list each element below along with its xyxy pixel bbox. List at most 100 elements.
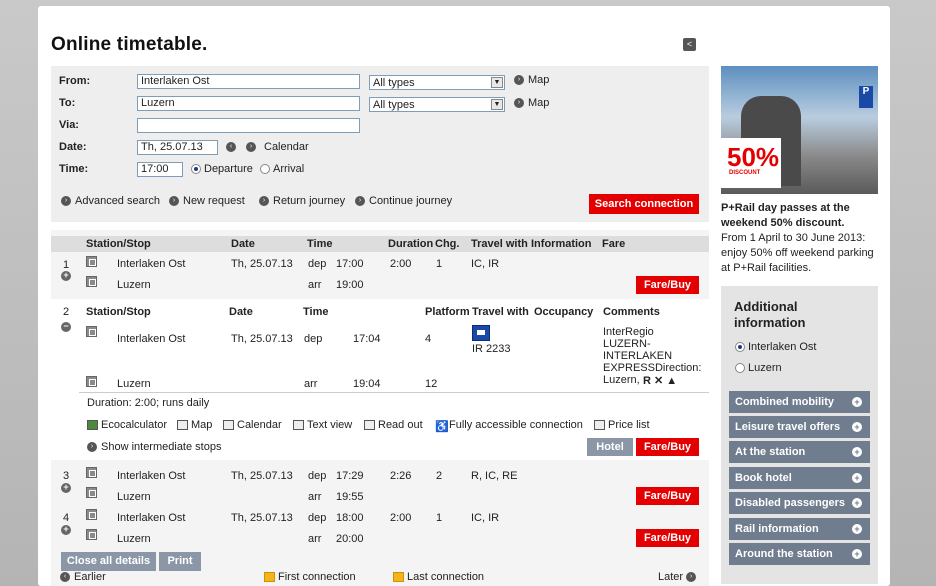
- accessible-link[interactable]: ♿Fully accessible connection: [435, 419, 583, 433]
- main-panel: Online timetable. < From: Interlaken Ost…: [38, 6, 890, 586]
- calendar-link[interactable]: › Calendar: [246, 141, 309, 153]
- ecocalculator-link[interactable]: Ecocalculator: [87, 419, 167, 431]
- advanced-search-link[interactable]: › Advanced search: [61, 195, 160, 207]
- fare-buy-button[interactable]: Fare/Buy: [636, 438, 699, 456]
- to-station: Luzern: [117, 279, 151, 291]
- plus-icon: +: [852, 473, 862, 483]
- date-input[interactable]: Th, 25.07.13: [137, 140, 218, 155]
- arr-time: 19:55: [336, 491, 364, 503]
- from-map-link[interactable]: › Map: [514, 74, 549, 86]
- arrow-icon: ›: [514, 75, 524, 86]
- station-option-interlaken[interactable]: Interlaken Ost: [735, 341, 816, 353]
- col-information: Information: [531, 238, 592, 250]
- new-request-link[interactable]: › New request: [169, 195, 245, 207]
- col-station: Station/Stop: [86, 238, 151, 250]
- arrow-icon: ›: [169, 196, 179, 207]
- changes: 2: [436, 470, 443, 482]
- prev-date-button[interactable]: ‹: [226, 141, 240, 153]
- return-journey-link[interactable]: › Return journey: [259, 195, 345, 207]
- to-station: Luzern: [117, 533, 151, 545]
- station-option-luzern[interactable]: Luzern: [735, 362, 782, 374]
- disabled-passengers-button[interactable]: Disabled passengers +: [729, 492, 870, 514]
- leaf-icon: [87, 420, 98, 431]
- promo-headline: P+Rail day passes at the weekend 50% dis…: [721, 202, 850, 229]
- comment-line: INTERLAKEN: [603, 350, 673, 362]
- duration: 2:26: [390, 470, 412, 482]
- fare-buy-button[interactable]: Fare/Buy: [636, 487, 699, 505]
- from-station: Interlaken Ost: [117, 512, 186, 524]
- expand-icon[interactable]: +: [61, 271, 71, 281]
- first-connection-link[interactable]: First connection: [264, 571, 356, 583]
- to-type-select[interactable]: All types ▼: [369, 97, 505, 112]
- to-map-link[interactable]: › Map: [514, 97, 549, 109]
- date: Th, 25.07.13: [231, 258, 293, 270]
- from-station: Interlaken Ost: [117, 470, 186, 482]
- dep-time: 17:04: [353, 333, 381, 345]
- discount-percent: 50%: [727, 142, 780, 172]
- col-fare: Fare: [602, 238, 626, 250]
- speaker-icon: [364, 420, 375, 431]
- arr-label: arr: [308, 491, 322, 503]
- changes: 1: [436, 512, 443, 524]
- changes: 1: [436, 258, 443, 270]
- search-connection-button[interactable]: Search connection: [589, 194, 699, 214]
- dep-label: dep: [308, 258, 327, 270]
- plus-icon: +: [852, 549, 862, 559]
- later-link[interactable]: Later ›: [658, 571, 700, 583]
- to-input[interactable]: Luzern: [137, 96, 360, 111]
- intermediate-stops-link[interactable]: › Show intermediate stops: [87, 441, 221, 453]
- results-table: Station/Stop Date Time Duration Chg. Tra…: [51, 230, 709, 586]
- expand-icon[interactable]: +: [61, 483, 71, 493]
- price-list-link[interactable]: Price list: [594, 419, 650, 431]
- fare-buy-button[interactable]: Fare/Buy: [636, 276, 699, 294]
- collapse-icon[interactable]: −: [61, 322, 71, 332]
- date: Th, 25.07.13: [231, 470, 293, 482]
- at-the-station-button[interactable]: At the station +: [729, 441, 870, 463]
- rail-information-button[interactable]: Rail information +: [729, 518, 870, 540]
- fare-buy-button[interactable]: Fare/Buy: [636, 529, 699, 547]
- leisure-travel-button[interactable]: Leisure travel offers +: [729, 416, 870, 438]
- to-station: Luzern: [117, 491, 151, 503]
- arrow-icon: ›: [259, 196, 269, 207]
- hotel-button[interactable]: Hotel: [587, 438, 633, 456]
- print-button[interactable]: Print: [159, 552, 201, 571]
- connection-number: 2: [63, 306, 70, 318]
- last-connection-link[interactable]: Last connection: [393, 571, 484, 583]
- close-all-details-button[interactable]: Close all details: [61, 552, 156, 571]
- arr-time: 19:00: [336, 279, 364, 291]
- date: Th, 25.07.13: [231, 333, 293, 345]
- arr-label: arr: [308, 279, 322, 291]
- calendar-icon: [223, 420, 234, 431]
- via-input[interactable]: [137, 118, 360, 133]
- text-view-link[interactable]: Text view: [293, 419, 352, 431]
- expand-icon[interactable]: +: [61, 525, 71, 535]
- page-title: Online timetable.: [51, 34, 208, 55]
- travel-with: IC, IR: [471, 512, 500, 524]
- train-number: IR 2233: [472, 343, 511, 355]
- date: Th, 25.07.13: [231, 512, 293, 524]
- col-station: Station/Stop: [86, 306, 151, 318]
- plus-icon: +: [852, 397, 862, 407]
- share-icon[interactable]: <: [683, 38, 696, 51]
- combined-mobility-button[interactable]: Combined mobility +: [729, 391, 870, 413]
- around-the-station-button[interactable]: Around the station +: [729, 543, 870, 565]
- promo-banner[interactable]: P 50% DISCOUNT P+Rail day passes at the …: [721, 66, 878, 278]
- from-station: Interlaken Ost: [117, 258, 186, 270]
- calendar-link[interactable]: Calendar: [223, 419, 282, 431]
- book-hotel-button[interactable]: Book hotel +: [729, 467, 870, 489]
- departure-radio[interactable]: Departure: [191, 163, 253, 175]
- from-input[interactable]: Interlaken Ost: [137, 74, 360, 89]
- from-type-select[interactable]: All types ▼: [369, 75, 505, 90]
- continue-journey-link[interactable]: › Continue journey: [355, 195, 452, 207]
- read-out-link[interactable]: Read out: [364, 419, 423, 431]
- map-icon: [177, 420, 188, 431]
- arrival-radio[interactable]: Arrival: [260, 163, 304, 175]
- map-link[interactable]: Map: [177, 419, 212, 431]
- col-platform: Platform: [425, 306, 470, 318]
- arrow-icon: ›: [61, 196, 71, 207]
- time-input[interactable]: 17:00: [137, 162, 183, 177]
- price-icon: [594, 420, 605, 431]
- document-icon: [293, 420, 304, 431]
- sun-icon: [264, 572, 275, 583]
- earlier-link[interactable]: ‹ Earlier: [60, 571, 106, 583]
